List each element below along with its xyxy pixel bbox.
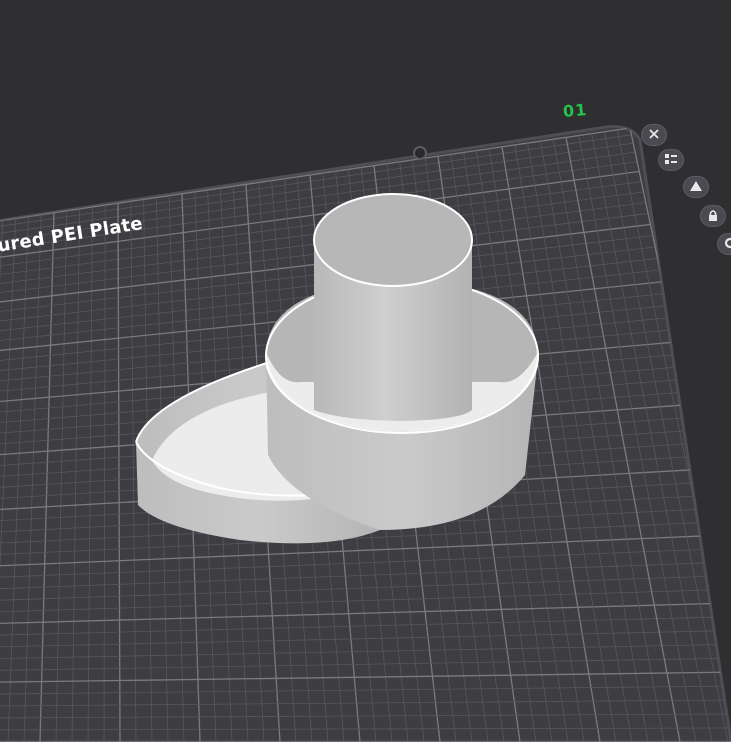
lock-plate-icon xyxy=(709,210,717,221)
arrange-button[interactable] xyxy=(658,149,684,171)
plate-settings-icon xyxy=(724,237,731,249)
auto-orient-icon xyxy=(690,181,702,191)
lock-plate-button[interactable] xyxy=(700,205,726,227)
inner-cylinder-top xyxy=(313,193,473,287)
3d-viewport[interactable]: ured PEI Plate 01 xyxy=(0,0,731,742)
close-plate-icon xyxy=(649,129,659,139)
plate-number: 01 xyxy=(562,99,589,122)
close-plate-button[interactable] xyxy=(641,124,667,146)
build-plate-scene[interactable] xyxy=(0,0,731,742)
auto-orient-button[interactable] xyxy=(683,176,709,198)
arrange-icon xyxy=(665,154,677,164)
plate-notch xyxy=(413,146,427,160)
